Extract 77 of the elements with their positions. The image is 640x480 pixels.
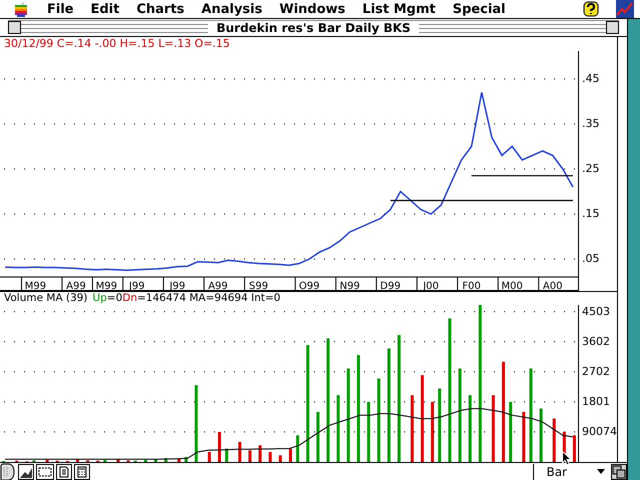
axis-label: .05	[582, 250, 600, 267]
volume-bar	[248, 450, 252, 462]
axis-label: F00	[462, 281, 481, 291]
axis-label: .15	[582, 206, 600, 222]
legend-text: =0	[106, 292, 122, 305]
window-title: Burdekin res's Bar Daily BKS	[208, 20, 419, 34]
close-box[interactable]	[8, 21, 21, 34]
legend-text: Dn	[122, 292, 138, 305]
axis-label: .35	[582, 116, 600, 132]
axis-label: A00	[542, 281, 562, 291]
axis-label: M99	[24, 281, 46, 291]
axis-label: J00	[423, 281, 439, 291]
axis-label: M00	[501, 281, 523, 291]
axis-label: J99	[129, 281, 145, 291]
menu-item[interactable]: Windows	[279, 2, 346, 16]
volume-bar	[208, 452, 211, 462]
volume-bar	[552, 418, 556, 462]
volume-bar	[367, 402, 370, 462]
volume-bar	[492, 395, 495, 462]
volume-bar	[218, 432, 222, 462]
axis-label: A99	[66, 281, 86, 291]
axis-label: 4503	[582, 304, 610, 320]
volume-bar	[238, 442, 242, 462]
volume-bar	[268, 452, 272, 462]
menu-item[interactable]: List Mgmt	[362, 2, 436, 16]
volume-bar	[76, 459, 80, 462]
volume-bar	[336, 395, 340, 462]
volume-bar	[522, 412, 526, 462]
axis-label: S99	[249, 281, 268, 291]
volume-bar	[316, 412, 320, 462]
volume-bar	[164, 458, 168, 462]
chart-icon[interactable]	[18, 464, 34, 480]
axis-label: J99	[170, 281, 186, 291]
legend-text: =146474 MA=94694 Int=0	[137, 292, 280, 305]
help-icon[interactable]	[583, 1, 599, 17]
volume-bar	[278, 455, 282, 462]
axis-label: M99	[96, 281, 118, 291]
volume-bar	[289, 448, 292, 462]
volume-bar	[509, 402, 512, 462]
quote-line: 30/12/99 C=.14 -.00 H=.15 L=.13 O=.15	[3, 37, 231, 51]
menu-item[interactable]: Special	[452, 2, 506, 16]
axis-label: .25	[582, 160, 600, 177]
volume-bar	[430, 402, 434, 462]
selection-icon[interactable]	[36, 464, 54, 480]
legend-text: Volume MA (39)	[4, 292, 88, 305]
volume-bar	[296, 435, 300, 462]
volume-bar	[184, 457, 188, 462]
volume-bar	[410, 395, 414, 462]
menu-item[interactable]: File	[47, 2, 74, 16]
axis-label: D99	[380, 281, 401, 291]
calculator-icon[interactable]	[74, 464, 90, 480]
menu-item[interactable]: Edit	[90, 2, 120, 16]
axis-label: 90074	[582, 424, 617, 440]
axis-label: .45	[582, 70, 600, 87]
legend-text: Up	[92, 292, 107, 305]
axis-label: 2702	[582, 364, 610, 380]
tab-handle-icon[interactable]	[0, 462, 16, 480]
document-icon[interactable]	[56, 464, 72, 480]
volume-bar	[116, 460, 120, 462]
axis-label: 3602	[582, 334, 610, 350]
apple-icon[interactable]	[14, 1, 28, 17]
volume-bar	[572, 435, 576, 462]
axis-label: A99	[208, 281, 228, 291]
zoom-box[interactable]	[606, 21, 619, 34]
volume-bar	[540, 408, 542, 462]
volume-bar	[154, 459, 158, 462]
volume-bar	[225, 448, 228, 462]
volume-bar	[177, 458, 180, 462]
volume-bar	[468, 395, 472, 462]
volume-bar	[258, 445, 262, 462]
axis-label: N99	[340, 281, 360, 291]
menu-item[interactable]: Charts	[136, 2, 184, 16]
axis-label: O99	[298, 281, 320, 291]
caret-icon	[597, 469, 605, 474]
resize-icon[interactable]	[611, 464, 627, 480]
menu-item[interactable]: Analysis	[201, 2, 262, 16]
axis-label: 1801	[582, 394, 610, 410]
